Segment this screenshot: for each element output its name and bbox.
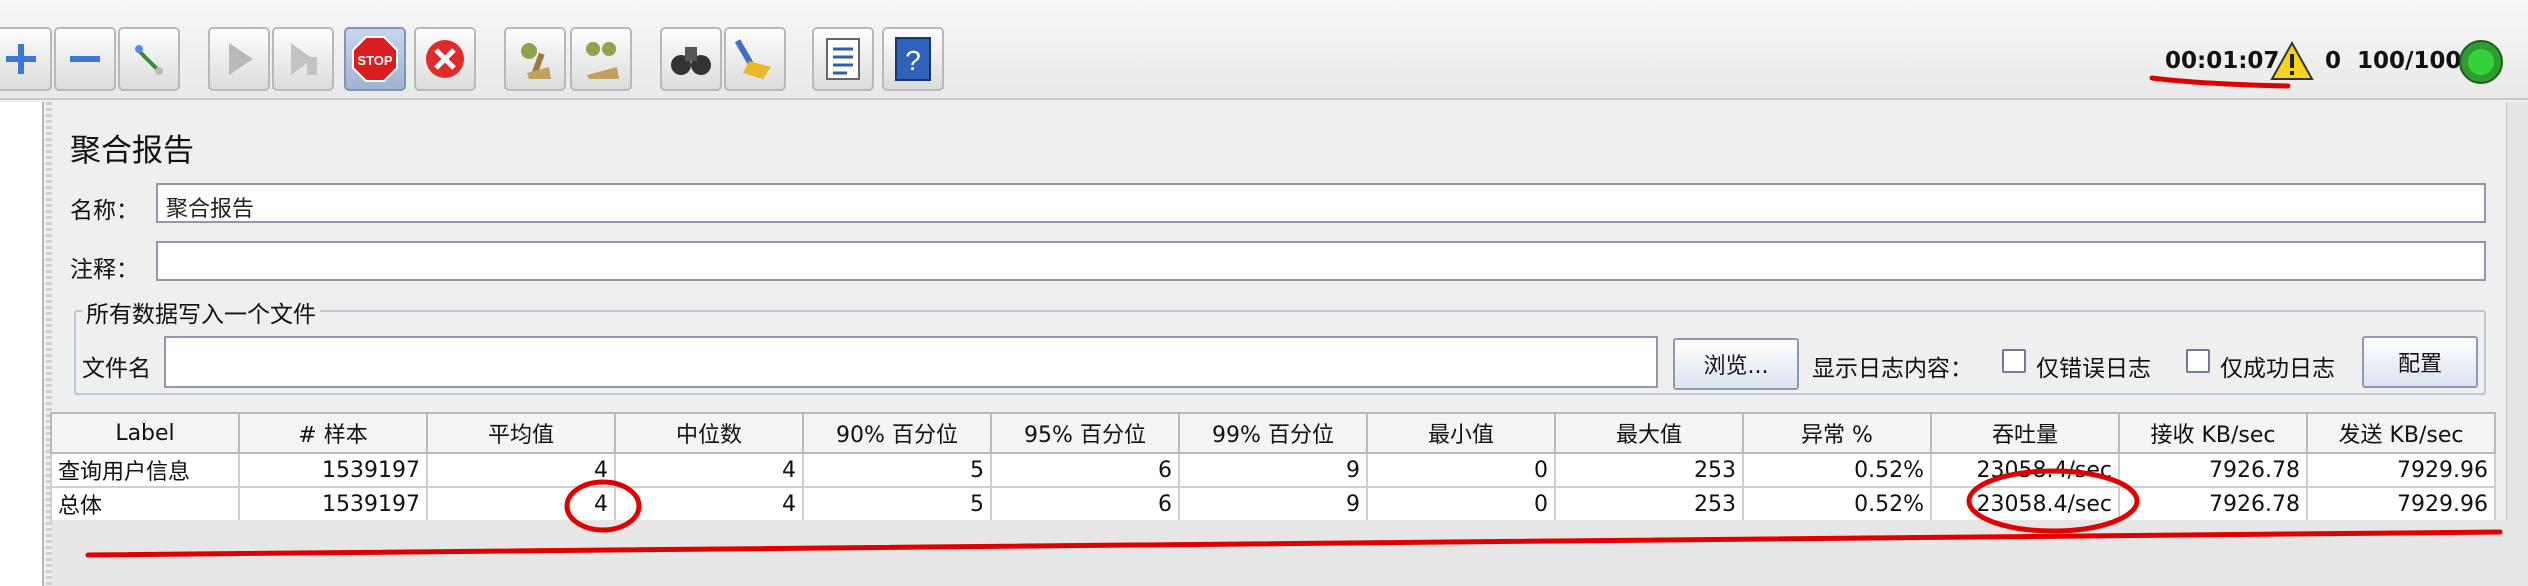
plus-icon (6, 44, 36, 74)
column-header[interactable]: 95% 百分位 (990, 412, 1180, 454)
clear-button[interactable] (504, 27, 566, 91)
start-no-pause-button[interactable] (272, 27, 334, 91)
toggle-button[interactable] (118, 27, 180, 91)
function-helper-button[interactable] (812, 27, 874, 91)
column-header[interactable]: 最小值 (1366, 412, 1556, 454)
stop-button[interactable]: STOP (344, 27, 406, 91)
table-cell: 7926.78 (2118, 486, 2308, 522)
search-button[interactable] (660, 27, 722, 91)
table-cell: 5 (802, 486, 992, 522)
svg-text:?: ? (905, 45, 921, 76)
help-button[interactable]: ? (882, 27, 944, 91)
start-button[interactable] (208, 27, 270, 91)
play-icon (229, 43, 253, 75)
name-label: 名称： (70, 198, 139, 224)
table-cell: 1539197 (238, 486, 428, 522)
table-cell: 7926.78 (2118, 452, 2308, 488)
table-cell: 0 (1366, 486, 1556, 522)
column-header[interactable]: 接收 KB/sec (2118, 412, 2308, 454)
binoculars-icon (671, 47, 711, 75)
comment-label: 注释： (70, 257, 139, 283)
table-row[interactable]: 查询用户信息 1539197 4 4 5 6 9 0 253 0.52% 230… (50, 452, 2496, 488)
column-header[interactable]: 99% 百分位 (1178, 412, 1368, 454)
warning-icon[interactable] (2270, 40, 2314, 82)
table-cell: 查询用户信息 (50, 452, 240, 488)
toolbar: STOP ? 00:01:07 0 100/100 (0, 0, 2528, 100)
list-icon (826, 38, 860, 80)
minus-icon (70, 56, 100, 62)
running-indicator-icon (2459, 40, 2503, 84)
table-cell: 4 (614, 486, 804, 522)
table-cell: 0 (1366, 452, 1556, 488)
configure-button[interactable]: 配置 (2362, 336, 2478, 388)
table-cell: 7929.96 (2306, 486, 2496, 522)
filename-label: 文件名 (82, 356, 151, 382)
file-group-title: 所有数据写入一个文件 (82, 295, 320, 329)
table-cell: 5 (802, 452, 992, 488)
table-cell: 4 (426, 486, 616, 522)
errors-only-label: 仅错误日志 (2036, 356, 2151, 382)
column-header[interactable]: # 样本 (238, 412, 428, 454)
table-cell: 253 (1554, 486, 1744, 522)
remove-button[interactable] (54, 27, 116, 91)
broom-all-icon (586, 42, 619, 79)
add-button[interactable] (0, 27, 52, 91)
reset-search-button[interactable] (724, 27, 786, 91)
name-field[interactable]: 聚合报告 (156, 183, 2486, 223)
active-threads: 100/100 (2357, 48, 2462, 74)
table-header-row: Label # 样本 平均值 中位数 90% 百分位 95% 百分位 99% 百… (50, 412, 2496, 454)
table-cell: 9 (1178, 452, 1368, 488)
broom-icon (734, 39, 771, 79)
table-cell: 4 (614, 452, 804, 488)
test-plan-tree[interactable] (0, 102, 44, 586)
column-header[interactable]: 吞吐量 (1930, 412, 2120, 454)
table-cell: 1539197 (238, 452, 428, 488)
table-cell: 总体 (50, 486, 240, 522)
filename-field[interactable] (164, 336, 1658, 388)
table-cell: 6 (990, 486, 1180, 522)
column-header[interactable]: 发送 KB/sec (2306, 412, 2496, 454)
column-header[interactable]: Label (50, 412, 240, 454)
table-row[interactable]: 总体 1539197 4 4 5 6 9 0 253 0.52% 23058.4… (50, 486, 2496, 522)
elapsed-timer: 00:01:07 (2165, 48, 2280, 74)
column-header[interactable]: 异常 % (1742, 412, 1932, 454)
close-circle-icon (426, 40, 464, 78)
table-cell: 23058.4/sec (1930, 452, 2120, 488)
aggregate-table: Label # 样本 平均值 中位数 90% 百分位 95% 百分位 99% 百… (50, 412, 2496, 522)
page-title: 聚合报告 (70, 133, 194, 169)
errors-only-checkbox[interactable] (2002, 349, 2026, 373)
column-header[interactable]: 最大值 (1554, 412, 1744, 454)
table-cell: 6 (990, 452, 1180, 488)
column-header[interactable]: 90% 百分位 (802, 412, 992, 454)
log-content-label: 显示日志内容： (1812, 356, 1973, 382)
table-cell: 253 (1554, 452, 1744, 488)
wand-icon (135, 45, 163, 75)
table-cell: 23058.4/sec (1930, 486, 2120, 522)
shutdown-button[interactable] (414, 27, 476, 91)
table-cell: 9 (1178, 486, 1368, 522)
broom-gear-icon (521, 43, 551, 79)
error-count: 0 (2325, 48, 2342, 74)
table-cell: 0.52% (1742, 486, 1932, 522)
table-cell: 4 (426, 452, 616, 488)
success-only-label: 仅成功日志 (2220, 356, 2335, 382)
table-cell: 0.52% (1742, 452, 1932, 488)
comment-field[interactable] (156, 241, 2486, 281)
table-empty-area (52, 520, 2528, 586)
success-only-checkbox[interactable] (2186, 349, 2210, 373)
browse-button[interactable]: 浏览... (1673, 338, 1799, 390)
vertical-scrollbar[interactable] (2506, 102, 2528, 586)
table-cell: 7929.96 (2306, 452, 2496, 488)
column-header[interactable]: 平均值 (426, 412, 616, 454)
stop-sign-icon: STOP (352, 36, 398, 82)
help-book-icon: ? (895, 37, 931, 81)
clear-all-button[interactable] (570, 27, 632, 91)
column-header[interactable]: 中位数 (614, 412, 804, 454)
svg-text:STOP: STOP (357, 53, 392, 68)
play-no-pause-icon (291, 43, 317, 75)
